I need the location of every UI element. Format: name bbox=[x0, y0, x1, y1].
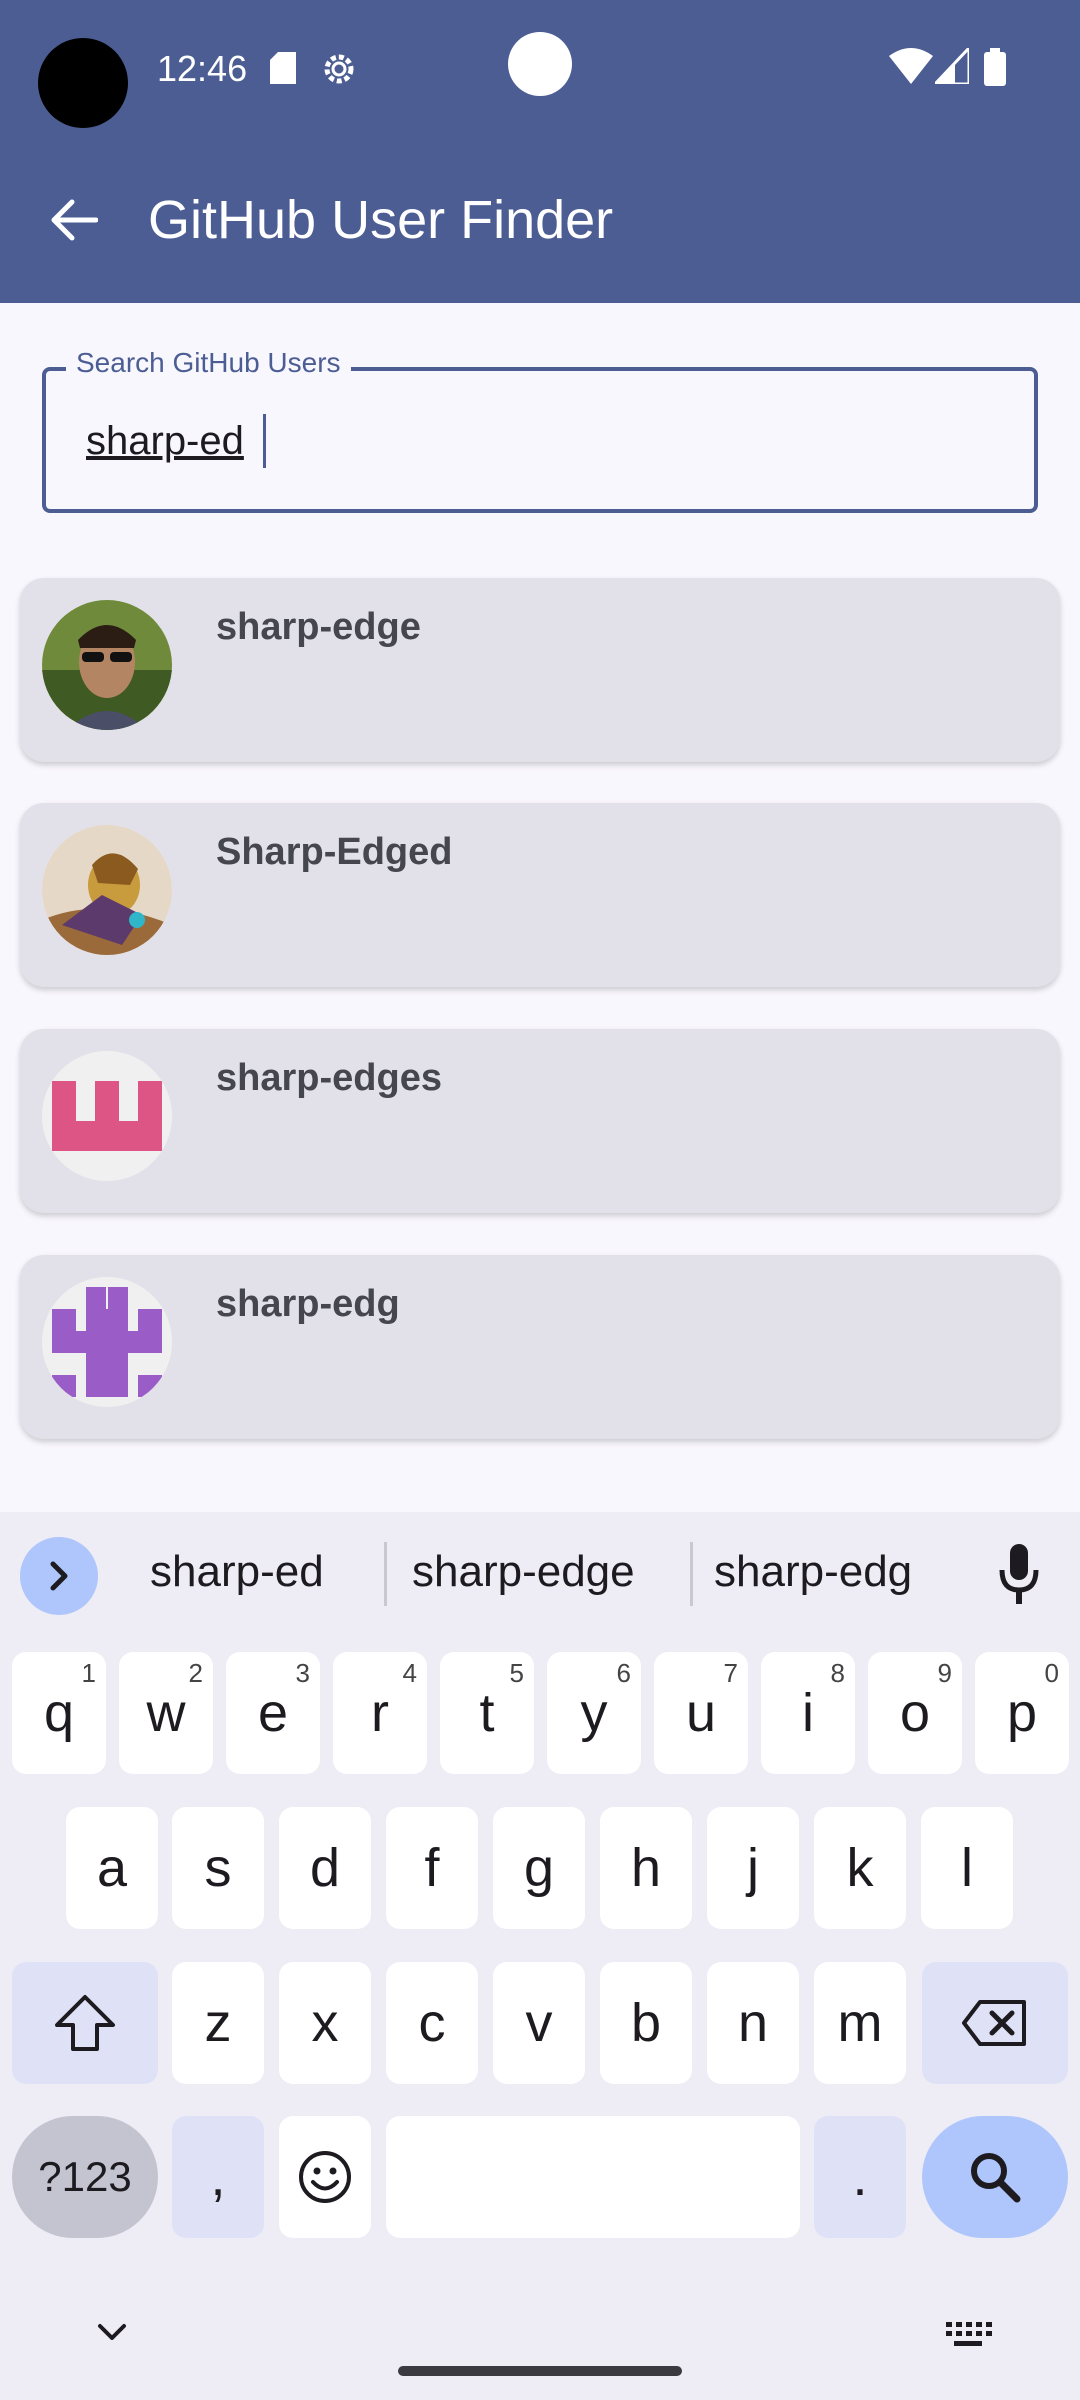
back-button[interactable] bbox=[44, 190, 104, 250]
shift-icon bbox=[55, 1995, 115, 2051]
text-caret bbox=[263, 414, 266, 468]
key-g[interactable]: g bbox=[493, 1807, 585, 1929]
symbols-key[interactable]: ?123 bbox=[12, 2116, 158, 2238]
chevron-right-icon bbox=[50, 1561, 68, 1591]
sd-card-icon bbox=[270, 52, 296, 84]
user-login: sharp-edge bbox=[216, 606, 421, 648]
backspace-icon bbox=[962, 2000, 1026, 2046]
key-o[interactable]: o9 bbox=[868, 1652, 962, 1774]
shift-key[interactable] bbox=[12, 1962, 158, 2084]
key-h[interactable]: h bbox=[600, 1807, 692, 1929]
key-v[interactable]: v bbox=[493, 1962, 585, 2084]
space-key[interactable] bbox=[386, 2116, 800, 2238]
key-a[interactable]: a bbox=[66, 1807, 158, 1929]
key-f[interactable]: f bbox=[386, 1807, 478, 1929]
key-j[interactable]: j bbox=[707, 1807, 799, 1929]
key-s[interactable]: s bbox=[172, 1807, 264, 1929]
suggestion-3[interactable]: sharp-edg bbox=[714, 1547, 912, 1597]
front-camera bbox=[38, 38, 128, 128]
key-n[interactable]: n bbox=[707, 1962, 799, 2084]
key-d[interactable]: d bbox=[279, 1807, 371, 1929]
user-result-item[interactable]: sharp-edge bbox=[20, 578, 1060, 762]
status-time: 12:46 bbox=[157, 48, 248, 89]
key-z[interactable]: z bbox=[172, 1962, 264, 2084]
avatar bbox=[42, 600, 172, 730]
battery-icon bbox=[984, 48, 1006, 86]
key-u[interactable]: u7 bbox=[654, 1652, 748, 1774]
key-q[interactable]: q1 bbox=[12, 1652, 106, 1774]
key-i[interactable]: i8 bbox=[761, 1652, 855, 1774]
user-login: sharp-edg bbox=[216, 1283, 400, 1325]
key-p[interactable]: p0 bbox=[975, 1652, 1069, 1774]
user-result-item[interactable]: sharp-edg bbox=[20, 1255, 1060, 1439]
avatar bbox=[42, 1277, 172, 1407]
soft-keyboard: sharp-ed sharp-edge sharp-edg q1 w2 e3 r… bbox=[0, 1512, 1080, 2400]
search-input[interactable] bbox=[86, 411, 986, 471]
avatar bbox=[42, 825, 172, 955]
key-l[interactable]: l bbox=[921, 1807, 1013, 1929]
user-login: Sharp-Edged bbox=[216, 831, 453, 873]
microphone-icon[interactable] bbox=[994, 1542, 1044, 1606]
user-result-item[interactable]: Sharp-Edged bbox=[20, 803, 1060, 987]
chevron-down-icon[interactable] bbox=[92, 2312, 132, 2352]
top-app-bar: 12:46 GitHub User Finder bbox=[0, 0, 1080, 303]
key-t[interactable]: t5 bbox=[440, 1652, 534, 1774]
home-indicator[interactable] bbox=[398, 2366, 682, 2376]
suggestion-1[interactable]: sharp-ed bbox=[150, 1547, 324, 1597]
suggestion-2[interactable]: sharp-edge bbox=[412, 1547, 635, 1597]
arrow-back-icon bbox=[51, 199, 98, 241]
key-y[interactable]: y6 bbox=[547, 1652, 641, 1774]
key-m[interactable]: m bbox=[814, 1962, 906, 2084]
backspace-key[interactable] bbox=[922, 1962, 1068, 2084]
search-action-key[interactable] bbox=[922, 2116, 1068, 2238]
signal-icon bbox=[935, 48, 969, 84]
emoji-key[interactable] bbox=[279, 2116, 371, 2238]
search-field[interactable]: Search GitHub Users bbox=[42, 347, 1038, 513]
comma-key[interactable]: , bbox=[172, 2116, 264, 2238]
key-e[interactable]: e3 bbox=[226, 1652, 320, 1774]
user-login: sharp-edges bbox=[216, 1057, 442, 1099]
avatar bbox=[42, 1051, 172, 1181]
key-k[interactable]: k bbox=[814, 1807, 906, 1929]
wifi-icon bbox=[889, 48, 933, 84]
suggestions-expand-button[interactable] bbox=[20, 1537, 98, 1615]
period-key[interactable]: . bbox=[814, 2116, 906, 2238]
key-r[interactable]: r4 bbox=[333, 1652, 427, 1774]
key-x[interactable]: x bbox=[279, 1962, 371, 2084]
user-result-item[interactable]: sharp-edges bbox=[20, 1029, 1060, 1213]
gear-icon bbox=[324, 54, 354, 84]
key-w[interactable]: w2 bbox=[119, 1652, 213, 1774]
emoji-icon bbox=[299, 2151, 351, 2203]
search-icon bbox=[971, 2153, 1021, 2203]
search-label: Search GitHub Users bbox=[66, 347, 351, 379]
key-c[interactable]: c bbox=[386, 1962, 478, 2084]
suggestion-divider bbox=[690, 1542, 693, 1606]
key-b[interactable]: b bbox=[600, 1962, 692, 2084]
page-title: GitHub User Finder bbox=[148, 190, 614, 250]
camera-pill bbox=[508, 32, 572, 96]
suggestion-divider bbox=[384, 1542, 387, 1606]
keyboard-icon[interactable] bbox=[944, 2320, 992, 2350]
